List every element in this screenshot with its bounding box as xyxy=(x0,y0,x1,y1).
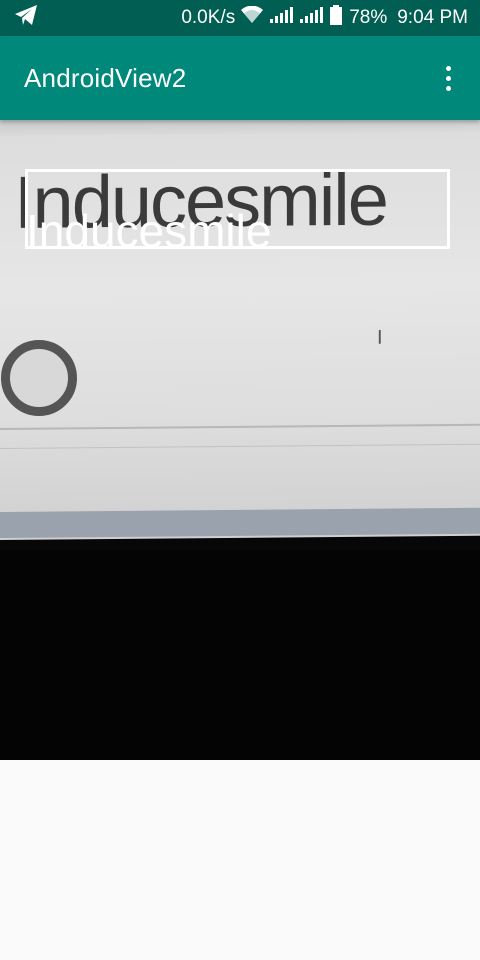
capture-button[interactable] xyxy=(1,340,77,416)
detected-text-label: Inducesmile xyxy=(26,205,272,257)
network-speed: 0.0K/s xyxy=(181,7,236,28)
battery-level: 78% xyxy=(349,7,388,28)
battery-icon xyxy=(329,5,343,31)
camera-preview[interactable]: Inducesmile I Inducesmile xyxy=(0,120,480,760)
status-bar: 0.0K/s 78% 9:04 PM xyxy=(0,0,480,36)
clock: 9:04 PM xyxy=(397,7,468,28)
signal-icon xyxy=(269,7,294,29)
more-vert-icon[interactable] xyxy=(436,58,460,98)
content-area xyxy=(0,760,480,960)
wifi-icon xyxy=(241,5,264,30)
app-title: AndroidView2 xyxy=(24,62,187,93)
app-bar: AndroidView2 xyxy=(0,36,480,120)
telegram-icon xyxy=(14,4,38,32)
signal-icon xyxy=(299,7,324,29)
